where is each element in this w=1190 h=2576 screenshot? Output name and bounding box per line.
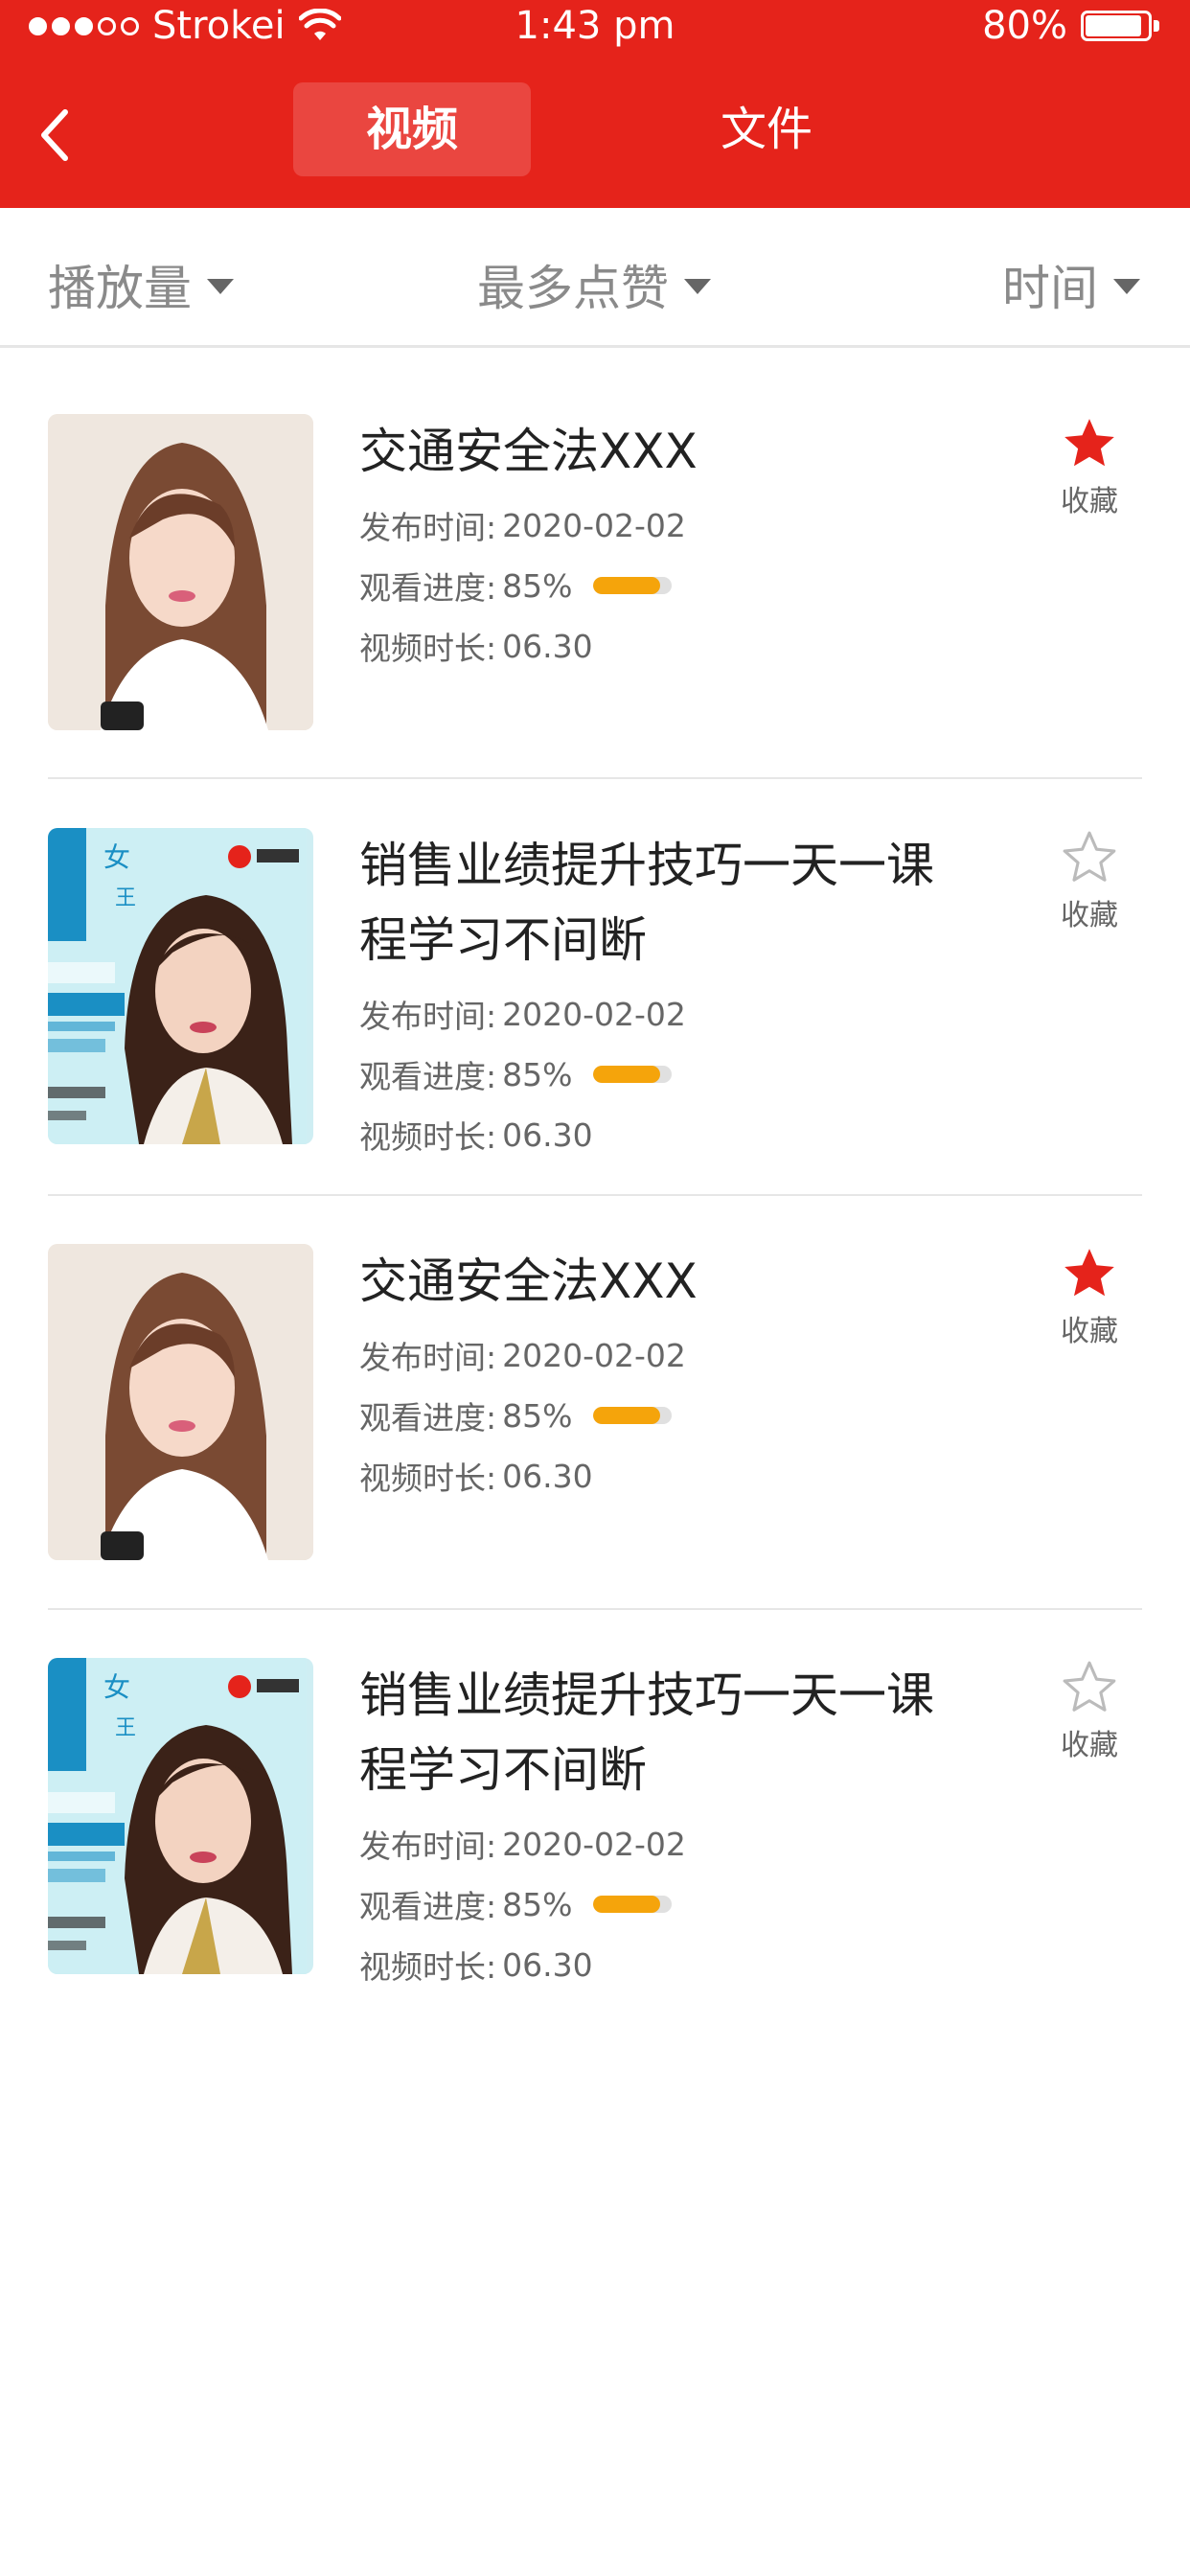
filter-time[interactable]: 时间 [1002,250,1140,319]
publish-time-label: 发布时间: [359,1828,497,1865]
list-item[interactable]: 女 王 销售业绩提升技巧一天一课程学习不间断 发布时间: 2020-02-02 … [0,1658,1190,2022]
status-right: 80% [982,4,1161,48]
tab-video[interactable]: 视频 [293,82,531,176]
watch-progress-label: 观看进度: [359,1399,497,1437]
progress-fill [593,1896,661,1913]
caret-down-icon [684,279,711,294]
favorite-label: 收藏 [1061,1729,1118,1762]
tab-file[interactable]: 文件 [661,82,872,176]
publish-time-row: 发布时间: 2020-02-02 [359,1821,686,1867]
publish-time-label: 发布时间: [359,1339,497,1376]
caret-down-icon [207,279,234,294]
watch-progress-value: 85% [502,1396,573,1435]
filter-time-label: 时间 [1002,261,1098,316]
watch-progress-label: 观看进度: [359,1058,497,1095]
progress-fill [593,1066,661,1083]
watch-progress-row: 观看进度: 85% [359,1051,673,1097]
video-title[interactable]: 销售业绩提升技巧一天一课程学习不间断 [359,828,973,978]
svg-text:女: 女 [103,841,130,873]
star-filled-icon [1064,419,1114,467]
divider [48,1608,1142,1610]
duration-row: 视频时长: 06.30 [359,1112,593,1158]
favorite-label: 收藏 [1061,485,1118,518]
publish-date: 2020-02-02 [502,506,686,544]
battery-icon [1081,9,1161,43]
publish-date: 2020-02-02 [502,995,686,1033]
caret-down-icon [1113,279,1140,294]
watch-progress-row: 观看进度: 85% [359,1881,673,1927]
watch-progress-label: 观看进度: [359,569,497,607]
star-outline-icon [1063,1661,1116,1712]
svg-text:王: 王 [115,1716,136,1740]
filter-play-count-label: 播放量 [48,261,192,316]
video-title[interactable]: 交通安全法XXX [359,414,973,489]
publish-time-row: 发布时间: 2020-02-02 [359,1332,686,1378]
progress-fill [593,577,661,594]
publish-time-row: 发布时间: 2020-02-02 [359,991,686,1037]
watch-progress-label: 观看进度: [359,1888,497,1925]
watch-progress-value: 85% [502,1885,573,1923]
duration-value: 06.30 [502,1457,593,1495]
favorite-label: 收藏 [1061,899,1118,932]
progress-fill [593,1407,661,1424]
duration-label: 视频时长: [359,630,497,667]
video-thumbnail[interactable]: 女 王 [48,1658,313,1974]
progress-bar [593,1407,673,1424]
list-item[interactable]: 交通安全法XXX 发布时间: 2020-02-02 观看进度: 85% 视频时长… [0,1244,1190,1608]
favorite-button[interactable]: 收藏 [1046,1244,1133,1349]
duration-label: 视频时长: [359,1118,497,1156]
back-button[interactable] [38,104,86,167]
filter-bar: 播放量 最多点赞 时间 [0,208,1190,348]
duration-row: 视频时长: 06.30 [359,623,593,669]
svg-text:王: 王 [115,886,136,910]
publish-time-label: 发布时间: [359,509,497,546]
duration-value: 06.30 [502,1945,593,1984]
status-bar: Strokei 1:43 pm 80% [0,0,1190,61]
progress-bar [593,577,673,594]
video-title[interactable]: 交通安全法XXX [359,1244,973,1319]
video-title[interactable]: 销售业绩提升技巧一天一课程学习不间断 [359,1658,973,1807]
publish-date: 2020-02-02 [502,1336,686,1374]
favorite-button[interactable]: 收藏 [1046,1658,1133,1763]
duration-value: 06.30 [502,627,593,665]
divider [48,1194,1142,1196]
duration-row: 视频时长: 06.30 [359,1453,593,1499]
duration-row: 视频时长: 06.30 [359,1942,593,1988]
watch-progress-value: 85% [502,1055,573,1093]
duration-value: 06.30 [502,1116,593,1154]
favorite-button[interactable]: 收藏 [1046,828,1133,933]
chevron-left-icon [41,109,68,161]
publish-time-row: 发布时间: 2020-02-02 [359,502,686,548]
star-filled-icon [1064,1249,1114,1297]
progress-bar [593,1066,673,1083]
duration-label: 视频时长: [359,1460,497,1497]
divider [48,777,1142,779]
filter-play-count[interactable]: 播放量 [48,250,234,319]
video-thumbnail[interactable] [48,414,313,730]
watch-progress-row: 观看进度: 85% [359,1392,673,1438]
filter-most-likes[interactable]: 最多点赞 [477,250,711,319]
progress-bar [593,1896,673,1913]
filter-most-likes-label: 最多点赞 [477,261,669,316]
list-item[interactable]: 女 王 销售业绩提升技巧一天一课程学习不间断 发布时间: 2020-02-02 … [0,828,1190,1192]
publish-time-label: 发布时间: [359,998,497,1035]
svg-text:女: 女 [103,1671,130,1703]
watch-progress-value: 85% [502,566,573,605]
favorite-label: 收藏 [1061,1315,1118,1348]
duration-label: 视频时长: [359,1948,497,1986]
star-outline-icon [1063,831,1116,882]
watch-progress-row: 观看进度: 85% [359,563,673,609]
video-thumbnail[interactable] [48,1244,313,1560]
video-thumbnail[interactable]: 女 王 [48,828,313,1144]
publish-date: 2020-02-02 [502,1825,686,1863]
battery-percent: 80% [982,4,1067,48]
list-item[interactable]: 交通安全法XXX 发布时间: 2020-02-02 观看进度: 85% 视频时长… [0,414,1190,778]
app-header: Strokei 1:43 pm 80% 视频 文件 [0,0,1190,208]
favorite-button[interactable]: 收藏 [1046,414,1133,519]
